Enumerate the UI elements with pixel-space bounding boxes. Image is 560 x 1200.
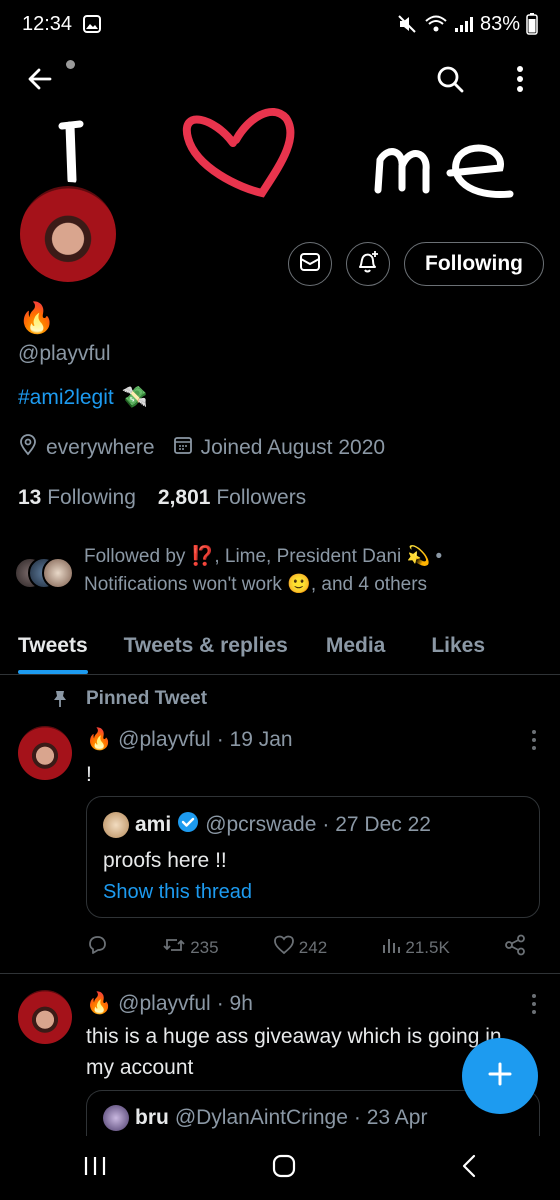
profile-tabs: Tweets Tweets & replies Media Likes xyxy=(0,618,560,675)
views-button[interactable]: 21.5K xyxy=(381,935,450,960)
views-icon xyxy=(381,935,401,960)
profile-bio: #ami2legit 💸 xyxy=(18,386,542,410)
compose-plus-icon xyxy=(486,1060,514,1093)
tweet-handle[interactable]: @playvful xyxy=(118,992,211,1016)
nav-back-icon[interactable] xyxy=(460,1153,478,1184)
mail-icon xyxy=(298,250,322,279)
followed-by-line2: Notifications won't work 🙂, and 4 others xyxy=(84,574,428,595)
tab-likes[interactable]: Likes xyxy=(431,618,485,674)
tweet-header: 🔥 @playvful · 19 Jan xyxy=(86,728,293,752)
bio-emoji: 💸 xyxy=(121,386,148,409)
battery-percent: 83% xyxy=(479,12,520,35)
notifications-button[interactable] xyxy=(346,242,391,286)
message-button[interactable] xyxy=(288,242,333,286)
profile-avatar[interactable] xyxy=(16,182,120,286)
status-time: 12:34 xyxy=(22,12,73,35)
quote-date: · 27 Dec 22 xyxy=(322,813,431,836)
followed-by[interactable]: Followed by ⁉️, Lime, President Dani 💫 •… xyxy=(14,543,544,599)
follow-counts: 13 Following 2,801 Followers xyxy=(18,486,542,510)
like-count: 242 xyxy=(298,937,328,957)
profile-handle: @playvful xyxy=(18,342,111,365)
tweet-more-icon[interactable] xyxy=(530,730,538,750)
verified-icon xyxy=(177,811,199,839)
tweet-author-name[interactable]: 🔥 xyxy=(86,992,112,1016)
home-icon[interactable] xyxy=(271,1153,297,1184)
following-button[interactable]: Following xyxy=(404,242,544,286)
mute-icon xyxy=(396,13,418,35)
tweet-header: 🔥 @playvful · 9h xyxy=(86,992,253,1016)
system-nav-bar xyxy=(0,1136,560,1200)
tweet-author-name[interactable]: 🔥 xyxy=(86,728,112,752)
tweet-more-icon[interactable] xyxy=(530,994,538,1014)
tab-media[interactable]: Media xyxy=(326,618,386,674)
profile-joined: Joined August 2020 xyxy=(200,436,386,459)
retweet-icon xyxy=(162,935,186,960)
share-icon xyxy=(504,934,526,961)
signal-icon xyxy=(454,15,474,33)
search-icon[interactable] xyxy=(430,59,470,99)
display-name: 🔥 xyxy=(18,302,56,335)
show-thread-link[interactable]: Show this thread xyxy=(103,881,252,904)
quote-text: proofs here !! xyxy=(103,849,227,872)
compose-tweet-button[interactable] xyxy=(462,1038,538,1114)
tweet-actions: 235 242 21.5K xyxy=(86,934,526,961)
back-arrow-icon[interactable] xyxy=(20,59,60,99)
tweet-text: this is a huge ass giveaway which is goi… xyxy=(86,1025,502,1079)
more-vertical-icon[interactable] xyxy=(500,59,540,99)
views-count: 21.5K xyxy=(405,937,450,957)
quote-avatar xyxy=(103,1105,129,1131)
pinned-label: Pinned Tweet xyxy=(86,688,208,709)
tab-tweets-replies[interactable]: Tweets & replies xyxy=(124,618,288,674)
wifi-icon xyxy=(424,14,448,34)
battery-icon xyxy=(526,13,538,35)
followed-by-line1: Followed by ⁉️, Lime, President Dani 💫 • xyxy=(84,546,443,567)
profile-actions: Following xyxy=(288,242,544,286)
quote-avatar xyxy=(103,812,129,838)
like-icon xyxy=(273,935,295,960)
quote-handle: @DylanAintCringe xyxy=(174,1106,348,1129)
tweet-avatar[interactable] xyxy=(18,726,72,780)
followers-count-link[interactable]: 2,801 Followers xyxy=(158,486,306,510)
tweet-date: · 19 Jan xyxy=(216,728,293,751)
top-bar xyxy=(0,55,560,103)
quote-handle: @pcrswade xyxy=(205,813,317,836)
quote-author-name: ami xyxy=(135,813,172,836)
quote-author-name: bru xyxy=(135,1106,169,1129)
pin-icon xyxy=(52,690,68,713)
followed-by-avatars xyxy=(14,553,76,593)
share-button[interactable] xyxy=(504,934,526,961)
tweet-text: ! xyxy=(86,763,92,786)
bell-plus-icon xyxy=(355,249,381,280)
tab-tweets[interactable]: Tweets xyxy=(18,618,88,674)
retweet-button[interactable]: 235 xyxy=(162,935,219,960)
following-count-link[interactable]: 13 Following xyxy=(18,486,136,510)
quote-date: · 23 Apr xyxy=(353,1106,428,1129)
gallery-notification-icon xyxy=(82,14,102,34)
profile-location: everywhere xyxy=(46,436,155,459)
tweet-avatar[interactable] xyxy=(18,990,72,1044)
recent-apps-icon[interactable] xyxy=(82,1155,108,1182)
location-icon xyxy=(18,434,38,462)
like-button[interactable]: 242 xyxy=(273,935,327,960)
status-bar: 12:34 83% xyxy=(0,0,560,48)
reply-icon xyxy=(86,934,108,961)
reply-button[interactable] xyxy=(86,934,108,961)
tweet-date: · 9h xyxy=(216,992,253,1015)
bio-hashtag[interactable]: #ami2legit xyxy=(18,386,114,410)
calendar-icon xyxy=(173,435,193,461)
retweet-count: 235 xyxy=(190,937,219,957)
unread-dot xyxy=(66,60,75,69)
quote-tweet[interactable]: ami @pcrswade · 27 Dec 22 proofs here !!… xyxy=(86,796,540,918)
tweet-pinned[interactable]: Pinned Tweet 🔥 @playvful · 19 Jan ! ami … xyxy=(0,676,560,972)
profile-info: 🔥 @playvful #ami2legit 💸 everywhere Join… xyxy=(18,300,542,510)
profile-meta: everywhere Joined August 2020 xyxy=(18,434,542,462)
tweet-handle[interactable]: @playvful xyxy=(118,728,211,752)
